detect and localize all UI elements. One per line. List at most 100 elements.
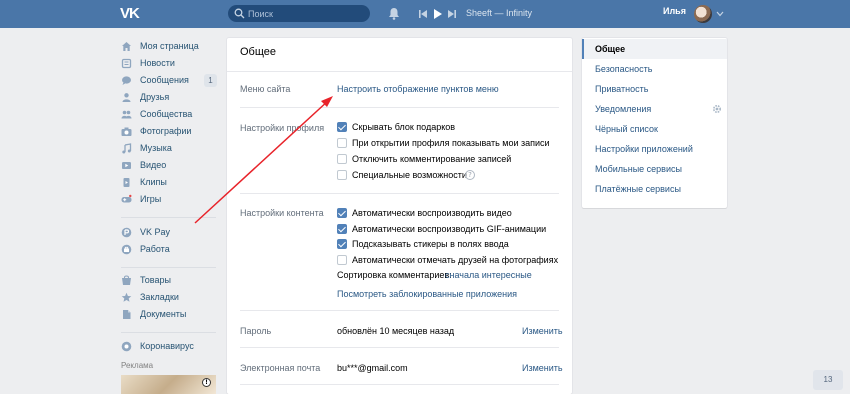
divider xyxy=(240,193,559,194)
sidebar-item-messages[interactable]: Сообщения 1 xyxy=(121,72,217,89)
settings-sections-menu: Общее Безопасность Приватность Уведомлен… xyxy=(582,38,727,208)
comments-sort-dropdown[interactable]: сначала интересные xyxy=(445,270,532,280)
sidebar-item-label: Закладки xyxy=(140,292,179,302)
sidebar-item-coronavirus[interactable]: Коронавирус xyxy=(121,338,216,355)
menu-item-notifications[interactable]: Уведомления xyxy=(582,99,727,119)
sidebar-item-label: Сообщества xyxy=(140,109,193,119)
comments-sort-label: Сортировка комментариев: xyxy=(337,270,452,280)
menu-item-mobile-services[interactable]: Мобильные сервисы xyxy=(582,159,727,179)
sidebar-item-clips[interactable]: Клипы xyxy=(121,174,216,191)
shop-icon xyxy=(122,275,131,285)
play-icon[interactable] xyxy=(431,7,443,21)
checkbox-checked[interactable] xyxy=(337,208,347,218)
checkbox-unchecked[interactable] xyxy=(337,138,347,148)
sidebar-item-label: Новости xyxy=(140,58,175,68)
menu-item-app-settings[interactable]: Настройки приложений xyxy=(582,139,727,159)
sidebar-item-label: Фотографии xyxy=(140,126,192,136)
sidebar-item-label: Товары xyxy=(140,275,171,285)
menu-item-label: Настройки приложений xyxy=(595,144,693,154)
virus-icon xyxy=(121,341,132,352)
sidebar-item-shop[interactable]: Товары xyxy=(121,272,216,289)
menu-item-payment-services[interactable]: Платёжные сервисы xyxy=(582,179,727,199)
help-icon[interactable]: ? xyxy=(465,170,475,180)
search-box[interactable] xyxy=(228,5,370,22)
camera-icon xyxy=(121,127,132,136)
checkbox-unchecked[interactable] xyxy=(337,154,347,164)
menu-item-security[interactable]: Безопасность xyxy=(582,59,727,79)
divider xyxy=(121,267,216,268)
friends-icon xyxy=(122,93,131,102)
menu-item-label: Общее xyxy=(595,44,626,54)
checkbox-label: Автоматически воспроизводить GIF-анимаци… xyxy=(352,224,547,234)
divider xyxy=(240,107,559,108)
sidebar-item-label: Сообщения xyxy=(140,75,189,85)
email-value: bu***@gmail.com xyxy=(337,363,408,373)
customize-menu-link[interactable]: Настроить отображение пунктов меню xyxy=(337,84,499,94)
sidebar-item-label: Видео xyxy=(140,160,167,170)
ads-title: Реклама xyxy=(121,361,154,370)
checkbox-unchecked[interactable] xyxy=(337,170,347,180)
checkbox-label: Автоматически воспроизводить видео xyxy=(352,208,512,218)
sidebar-item-games[interactable]: Игры xyxy=(121,191,216,208)
notifications-bell-icon[interactable] xyxy=(388,7,400,20)
home-icon xyxy=(122,42,131,51)
music-icon xyxy=(122,143,132,154)
checkbox-checked[interactable] xyxy=(337,239,347,249)
menu-item-privacy[interactable]: Приватность xyxy=(582,79,727,99)
gear-icon[interactable] xyxy=(712,104,722,114)
chat-counter-button[interactable]: 13 xyxy=(813,370,843,390)
sidebar-item-video[interactable]: Видео xyxy=(121,157,216,174)
vk-logo[interactable]: VK xyxy=(120,5,146,23)
avatar[interactable] xyxy=(694,5,712,23)
checkbox-unchecked[interactable] xyxy=(337,255,347,265)
sidebar-item-bookmarks[interactable]: Закладки xyxy=(121,289,216,306)
track-title[interactable]: Sheeft — Infinity xyxy=(466,8,532,18)
sidebar-item-groups[interactable]: Сообщества xyxy=(121,106,216,123)
profile-settings-label: Настройки профиля xyxy=(240,123,325,133)
page-title: Общее xyxy=(240,46,277,58)
next-track-icon[interactable] xyxy=(446,7,458,21)
search-input[interactable] xyxy=(248,5,358,22)
star-icon xyxy=(121,292,132,302)
search-icon xyxy=(234,8,245,19)
menu-item-label: Уведомления xyxy=(595,104,652,114)
email-label: Электронная почта xyxy=(240,363,321,373)
user-name[interactable]: Илья xyxy=(663,6,686,16)
menu-item-label: Приватность xyxy=(595,84,649,94)
menu-item-general[interactable]: Общее xyxy=(582,39,727,59)
sidebar-item-friends[interactable]: Друзья xyxy=(121,89,216,106)
checkbox-label: Скрывать блок подарков xyxy=(352,122,456,132)
ad-info-icon[interactable]: ! xyxy=(202,378,211,387)
menu-item-label: Мобильные сервисы xyxy=(595,164,682,174)
divider xyxy=(121,217,216,218)
blocked-apps-link[interactable]: Посмотреть заблокированные приложения xyxy=(337,289,517,299)
change-email-link[interactable]: Изменить xyxy=(522,363,563,373)
sidebar-item-vkpay[interactable]: VK Pay xyxy=(121,224,216,241)
sidebar-item-news[interactable]: Новости xyxy=(121,55,216,72)
sidebar-item-photos[interactable]: Фотографии xyxy=(121,123,216,140)
checkbox-checked[interactable] xyxy=(337,122,347,132)
checkbox-checked[interactable] xyxy=(337,224,347,234)
sidebar-item-label: Моя страница xyxy=(140,41,199,51)
news-icon xyxy=(121,58,132,69)
site-menu-label: Меню сайта xyxy=(240,84,291,94)
unread-badge: 1 xyxy=(204,74,217,87)
sidebar-item-music[interactable]: Музыка xyxy=(121,140,216,157)
clips-icon xyxy=(123,178,130,187)
sidebar-item-my-page[interactable]: Моя страница xyxy=(121,38,216,55)
games-icon xyxy=(121,194,132,203)
menu-item-blacklist[interactable]: Чёрный список xyxy=(582,119,727,139)
divider xyxy=(240,310,559,311)
divider xyxy=(121,332,216,333)
checkbox-label: Отключить комментирование записей xyxy=(352,154,512,164)
chevron-down-icon[interactable] xyxy=(716,11,724,17)
groups-icon xyxy=(121,110,132,119)
checkbox-label: При открытии профиля показывать мои запи… xyxy=(352,138,550,148)
change-password-link[interactable]: Изменить xyxy=(522,326,563,336)
sidebar-item-label: VK Pay xyxy=(140,227,171,237)
sidebar-item-work[interactable]: Работа xyxy=(121,241,216,258)
sidebar-item-documents[interactable]: Документы xyxy=(121,306,216,323)
sidebar-item-label: Документы xyxy=(140,309,187,319)
menu-item-label: Платёжные сервисы xyxy=(595,184,681,194)
previous-track-icon[interactable] xyxy=(417,7,429,21)
